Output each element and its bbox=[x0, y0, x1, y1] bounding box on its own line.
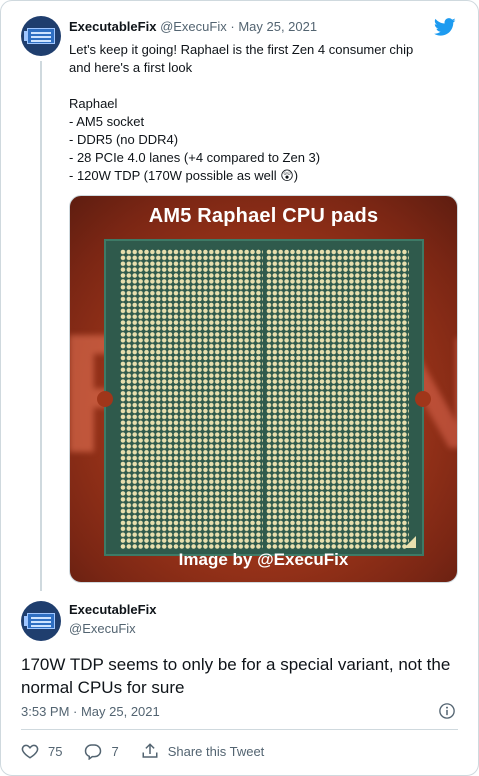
right-notch bbox=[415, 391, 431, 407]
share-label: Share this Tweet bbox=[167, 743, 265, 759]
reply-author-avatar[interactable] bbox=[21, 601, 61, 641]
tweet-embed-card: ExecutableFix @ExecuFix · May 25, 2021 L… bbox=[0, 0, 479, 776]
header-separator: · bbox=[230, 19, 235, 34]
tweet-timestamp[interactable]: 3:53 PM · May 25, 2021 bbox=[21, 704, 160, 719]
circuit-board-icon bbox=[24, 28, 55, 44]
heart-icon bbox=[21, 744, 39, 759]
thread-connector bbox=[40, 61, 42, 591]
author-avatar[interactable] bbox=[21, 16, 61, 56]
like-button[interactable]: 75 bbox=[21, 742, 62, 760]
reply-bubble-icon bbox=[85, 744, 102, 760]
share-icon bbox=[142, 743, 158, 758]
author-handle[interactable]: @ExecuFix bbox=[160, 19, 227, 34]
reply-author-name[interactable]: ExecutableFix bbox=[69, 602, 156, 617]
reply-count: 7 bbox=[111, 743, 119, 759]
reply-author-handle[interactable]: @ExecuFix bbox=[69, 621, 136, 636]
pad-array-left bbox=[120, 249, 263, 549]
left-notch bbox=[97, 391, 113, 407]
image-title: AM5 Raphael CPU pads bbox=[148, 205, 379, 227]
twitter-bird-icon[interactable] bbox=[434, 16, 456, 38]
action-bar: 75 7 Share this Tweet bbox=[21, 741, 286, 761]
cpu-package bbox=[97, 239, 431, 556]
tweet-date[interactable]: May 25, 2021 bbox=[238, 19, 317, 34]
circuit-board-icon bbox=[24, 613, 55, 629]
image-credit: Image by @ExecuFix bbox=[178, 550, 349, 569]
reply-tweet-text: 170W TDP seems to only be for a special … bbox=[21, 655, 451, 697]
like-count: 75 bbox=[48, 743, 63, 759]
author-name[interactable]: ExecutableFix bbox=[69, 19, 156, 34]
reply-button[interactable]: 7 bbox=[84, 742, 119, 760]
tweet-header: ExecutableFix @ExecuFix · May 25, 2021 bbox=[69, 19, 317, 34]
divider bbox=[21, 729, 458, 730]
tweet-text: Let's keep it going! Raphael is the firs… bbox=[69, 42, 414, 183]
share-button[interactable]: Share this Tweet bbox=[141, 742, 265, 760]
tweet-image[interactable]: R N AM5 Raphael CPU pads Image by @Execu… bbox=[69, 195, 458, 583]
pin1-marker bbox=[404, 536, 416, 548]
pad-array-right bbox=[266, 249, 409, 549]
info-icon[interactable] bbox=[438, 702, 456, 720]
